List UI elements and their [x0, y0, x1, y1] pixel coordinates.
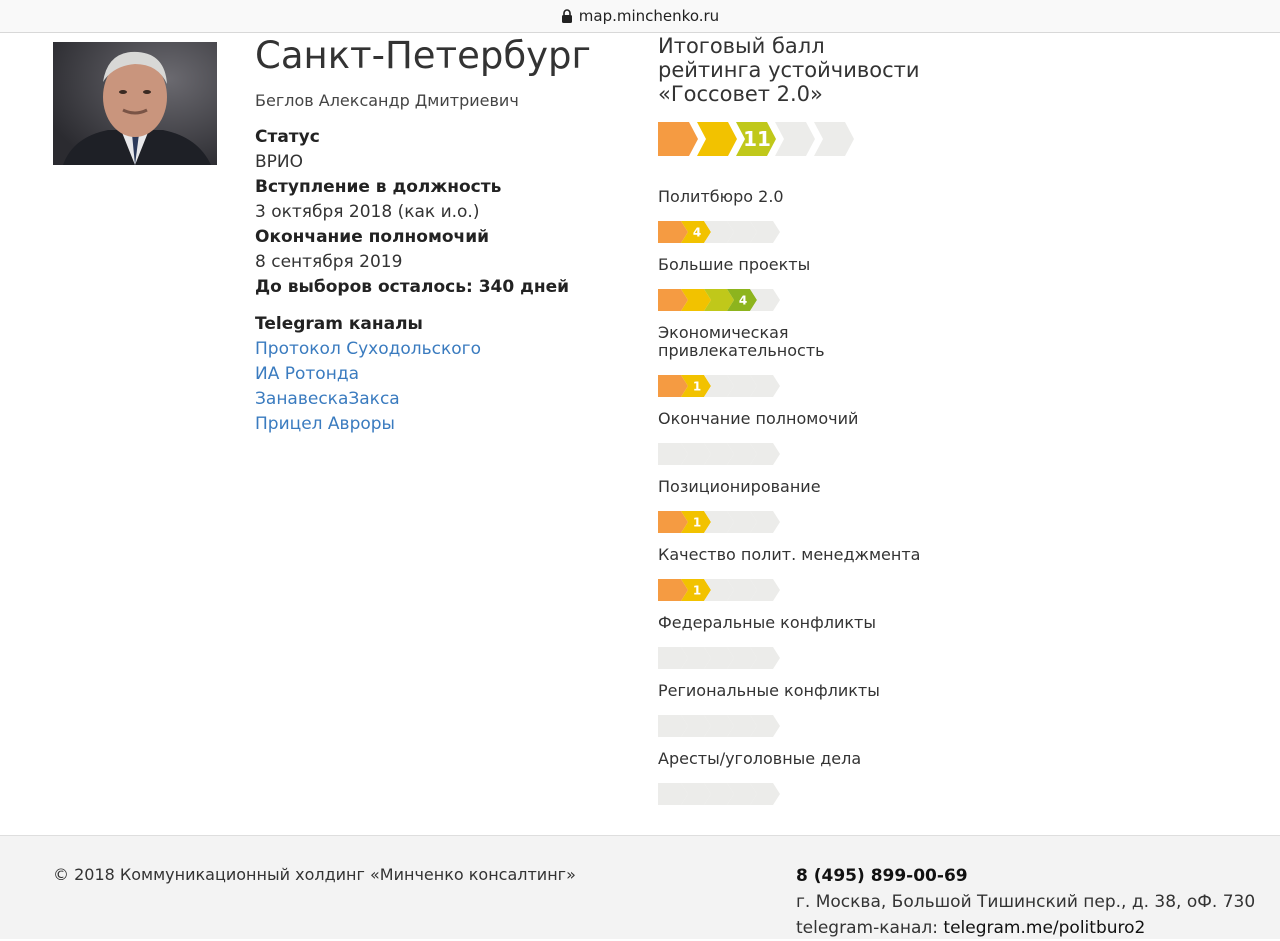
criterion-1-score: 4 — [693, 225, 701, 239]
criterion-item: Экономическая привлекательность 1 — [658, 324, 958, 397]
criterion-2-score: 4 — [739, 293, 747, 307]
criterion-chevrons: 1 — [658, 375, 958, 397]
criterion-label: Региональные конфликты — [658, 681, 880, 700]
rating-title: Итоговый балл рейтинга устойчивости «Гос… — [658, 34, 958, 106]
status-block: Статус ВРИО Вступление в должность 3 окт… — [255, 125, 635, 300]
criterion-chevrons: 4 — [658, 221, 958, 243]
phone-number[interactable]: 8 (495) 899-00-69 — [796, 863, 1255, 889]
criterion-label: Качество полит. менеджмента — [658, 545, 921, 564]
criterion-item: Региональные конфликты — [658, 682, 958, 737]
region-title: Санкт-Петербург — [255, 34, 591, 77]
telegram-channel: telegram-канал: telegram.me/politburo2 — [796, 915, 1255, 941]
rating-panel: Итоговый балл рейтинга устойчивости «Гос… — [658, 34, 958, 805]
criterion-item: Федеральные конфликты — [658, 614, 958, 669]
criterion-item: Большие проекты 4 — [658, 256, 958, 311]
criterion-chevrons: 1 — [658, 579, 958, 601]
criterion-chevrons: 1 — [658, 511, 958, 533]
profile-info: Санкт-Петербург Беглов Александр Дмитрие… — [255, 34, 635, 437]
telegram-link-zanaveska[interactable]: ЗанавескаЗакса — [255, 387, 635, 412]
contacts: 8 (495) 899-00-69 г. Москва, Большой Тиш… — [796, 863, 1255, 941]
governor-photo — [53, 42, 217, 165]
telegram-channel-label: telegram-канал: — [796, 918, 939, 938]
criterion-3-score: 1 — [693, 379, 701, 393]
portrait-image — [53, 42, 217, 165]
criterion-item: Окончание полномочий — [658, 410, 958, 465]
criterion-label: Федеральные конфликты — [658, 613, 876, 632]
rating-title-line-3: «Госсовет 2.0» — [658, 82, 823, 106]
criterion-label: Политбюро 2.0 — [658, 187, 784, 206]
lock-icon — [561, 9, 572, 23]
criterion-chevrons — [658, 783, 958, 805]
criterion-chevrons: 4 — [658, 289, 958, 311]
total-score-chevrons: 11 — [658, 122, 958, 156]
telegram-block: Telegram каналы Протокол Суходольского И… — [255, 312, 635, 437]
telegram-link-protokol[interactable]: Протокол Суходольского — [255, 337, 635, 362]
criterion-6-svg: 1 — [658, 579, 780, 601]
address: г. Москва, Большой Тишинский пер., д. 38… — [796, 892, 1256, 912]
criterion-9-svg — [658, 783, 780, 805]
address-bar[interactable]: map.minchenko.ru — [0, 0, 1280, 33]
criterion-chevrons — [658, 647, 958, 669]
criterion-1-svg: 4 — [658, 221, 780, 243]
telegram-heading: Telegram каналы — [255, 314, 423, 334]
url-text: map.minchenko.ru — [578, 7, 720, 25]
criterion-7-svg — [658, 647, 780, 669]
criteria-list: Политбюро 2.0 4 Большие проекты 4 Экономичес… — [658, 188, 958, 805]
criterion-label: Позиционирование — [658, 477, 821, 496]
criterion-item: Позиционирование 1 — [658, 478, 958, 533]
criterion-item: Аресты/уголовные дела — [658, 750, 958, 805]
criterion-8-svg — [658, 715, 780, 737]
footer: © 2018 Коммуникационный холдинг «Минченк… — [0, 835, 1280, 939]
criterion-chevrons — [658, 443, 958, 465]
total-score-svg: 11 — [658, 122, 854, 156]
criterion-3-svg: 1 — [658, 375, 780, 397]
criterion-label: Аресты/уголовные дела — [658, 749, 862, 768]
criterion-chevrons — [658, 715, 958, 737]
telegram-link-rotonda[interactable]: ИА Ротонда — [255, 362, 635, 387]
status-label: Статус — [255, 127, 320, 147]
copyright: © 2018 Коммуникационный холдинг «Минченк… — [53, 865, 576, 884]
criterion-5-svg: 1 — [658, 511, 780, 533]
rating-title-line-2: рейтинга устойчивости — [658, 58, 920, 82]
total-score-segment-4 — [775, 122, 815, 156]
telegram-link-pricel[interactable]: Прицел Авроры — [255, 412, 635, 437]
criterion-2-svg: 4 — [658, 289, 780, 311]
criterion-item: Качество полит. менеджмента 1 — [658, 546, 958, 601]
criterion-label: Большие проекты — [658, 255, 811, 274]
criterion-label: Окончание полномочий — [658, 409, 859, 428]
status-value: ВРИО — [255, 152, 304, 172]
criterion-label: Экономическая привлекательность — [658, 323, 825, 360]
election-countdown: До выборов осталось: 340 дней — [255, 277, 570, 297]
total-score-segment-2 — [697, 122, 737, 156]
criterion-4-svg — [658, 443, 780, 465]
end-label: Окончание полномочий — [255, 227, 490, 247]
criterion-5-score: 1 — [693, 515, 701, 529]
governor-name: Беглов Александр Дмитриевич — [255, 91, 519, 110]
total-score-segment-1 — [658, 122, 698, 156]
end-value: 8 сентября 2019 — [255, 252, 403, 272]
total-score-segment-5 — [814, 122, 854, 156]
criterion-item: Политбюро 2.0 4 — [658, 188, 958, 243]
start-label: Вступление в должность — [255, 177, 502, 197]
start-value: 3 октября 2018 (как и.о.) — [255, 202, 480, 222]
criterion-6-score: 1 — [693, 583, 701, 597]
telegram-channel-link[interactable]: telegram.me/politburo2 — [943, 918, 1145, 938]
rating-title-line-1: Итоговый балл — [658, 34, 825, 58]
total-score-score: 11 — [743, 127, 771, 151]
